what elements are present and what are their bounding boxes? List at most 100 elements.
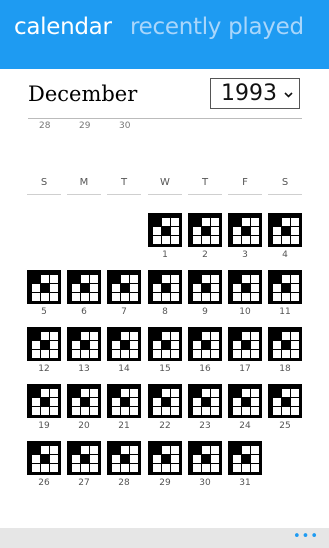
calendar-day-cell[interactable]: 26: [27, 441, 61, 493]
calendar-day-cell[interactable]: 1: [148, 213, 182, 265]
puzzle-grid-icon: [148, 441, 182, 475]
day-number: 9: [202, 307, 208, 317]
day-number: 24: [239, 421, 251, 431]
day-number: 23: [199, 421, 211, 431]
weekday-underline: [107, 194, 141, 195]
weekday-underline: [228, 194, 262, 195]
calendar-day-cell[interactable]: 11: [268, 270, 302, 322]
calendar-day-cell[interactable]: 13: [67, 327, 101, 379]
calendar-day-cell[interactable]: 23: [188, 384, 222, 436]
header-divider: [28, 118, 302, 119]
day-number: 8: [162, 307, 168, 317]
day-number: 3: [242, 250, 248, 260]
calendar-day-cell[interactable]: 22: [148, 384, 182, 436]
day-number: 31: [239, 478, 251, 488]
day-number: 15: [159, 364, 171, 374]
calendar-day-cell[interactable]: 31: [228, 441, 262, 493]
calendar-day-cell[interactable]: 10: [228, 270, 262, 322]
calendar-day-cell[interactable]: 19: [27, 384, 61, 436]
weekday-label: W: [160, 177, 170, 188]
puzzle-grid-icon: [107, 327, 141, 361]
weekday-label: M: [79, 177, 89, 188]
calendar-day-cell[interactable]: 2: [188, 213, 222, 265]
calendar-day-cell[interactable]: 27: [67, 441, 101, 493]
ellipsis-icon[interactable]: •••: [293, 529, 319, 544]
year-value: 1993: [221, 81, 277, 106]
day-number: 4: [282, 250, 288, 260]
weekday-label: F: [242, 177, 248, 188]
calendar-day-cell[interactable]: 17: [228, 327, 262, 379]
calendar-day-cell[interactable]: 12: [27, 327, 61, 379]
day-number: 19: [38, 421, 50, 431]
weekday-label: T: [120, 177, 128, 188]
puzzle-grid-icon: [107, 384, 141, 418]
calendar-day-cell[interactable]: 3: [228, 213, 262, 265]
app-bar: •••: [0, 528, 329, 548]
calendar-day-cell[interactable]: 16: [188, 327, 222, 379]
calendar-day-cell[interactable]: 28: [107, 441, 141, 493]
puzzle-grid-icon: [188, 327, 222, 361]
day-number: 13: [78, 364, 90, 374]
calendar-day-cell[interactable]: 9: [188, 270, 222, 322]
calendar-day-cell[interactable]: 21: [107, 384, 141, 436]
day-number: 2: [202, 250, 208, 260]
puzzle-grid-icon: [67, 270, 101, 304]
weekday-label: S: [40, 177, 48, 188]
puzzle-grid-icon: [148, 384, 182, 418]
puzzle-grid-icon: [228, 441, 262, 475]
day-number: 28: [118, 478, 130, 488]
day-number: 6: [81, 307, 87, 317]
calendar-day-cell[interactable]: 14: [107, 327, 141, 379]
calendar-day-cell[interactable]: 5: [27, 270, 61, 322]
day-number: 10: [239, 307, 251, 317]
top-pivot-header: calendar recently played: [0, 0, 329, 69]
calendar-day-cell[interactable]: 7: [107, 270, 141, 322]
calendar-day-cell[interactable]: 18: [268, 327, 302, 379]
puzzle-grid-icon: [148, 327, 182, 361]
puzzle-grid-icon: [67, 327, 101, 361]
calendar-day-cell[interactable]: 6: [67, 270, 101, 322]
month-title: December: [28, 82, 138, 106]
day-number: 17: [239, 364, 251, 374]
puzzle-grid-icon: [27, 441, 61, 475]
puzzle-grid-icon: [268, 270, 302, 304]
puzzle-grid-icon: [27, 270, 61, 304]
tab-recently-played[interactable]: recently played: [130, 14, 304, 40]
day-number: 16: [199, 364, 211, 374]
day-number: 5: [41, 307, 47, 317]
tab-calendar[interactable]: calendar: [14, 14, 112, 40]
day-number: 25: [279, 421, 291, 431]
day-number: 29: [159, 478, 171, 488]
puzzle-grid-icon: [188, 270, 222, 304]
puzzle-grid-icon: [268, 384, 302, 418]
chevron-down-icon: [284, 87, 293, 102]
puzzle-grid-icon: [188, 441, 222, 475]
day-number: 12: [38, 364, 50, 374]
puzzle-grid-icon: [148, 270, 182, 304]
year-dropdown[interactable]: 1993: [210, 78, 300, 109]
calendar-day-cell[interactable]: 25: [268, 384, 302, 436]
day-number: 27: [78, 478, 90, 488]
calendar-day-cell[interactable]: 24: [228, 384, 262, 436]
calendar-day-cell[interactable]: 20: [67, 384, 101, 436]
puzzle-grid-icon: [228, 270, 262, 304]
calendar-day-cell[interactable]: 30: [188, 441, 222, 493]
day-number: 20: [78, 421, 90, 431]
weekday-underline: [268, 194, 302, 195]
puzzle-grid-icon: [268, 213, 302, 247]
weekday-underline: [148, 194, 182, 195]
day-number: 7: [121, 307, 127, 317]
previous-month-day: 29: [79, 121, 91, 131]
day-number: 11: [279, 307, 291, 317]
calendar-day-cell[interactable]: 29: [148, 441, 182, 493]
puzzle-grid-icon: [188, 213, 222, 247]
day-number: 30: [199, 478, 211, 488]
weekday-label: T: [201, 177, 209, 188]
weekday-label: S: [281, 177, 289, 188]
calendar-day-cell[interactable]: 8: [148, 270, 182, 322]
calendar-day-cell[interactable]: 4: [268, 213, 302, 265]
calendar-day-cell[interactable]: 15: [148, 327, 182, 379]
puzzle-grid-icon: [188, 384, 222, 418]
day-number: 14: [118, 364, 130, 374]
weekday-underline: [27, 194, 61, 195]
